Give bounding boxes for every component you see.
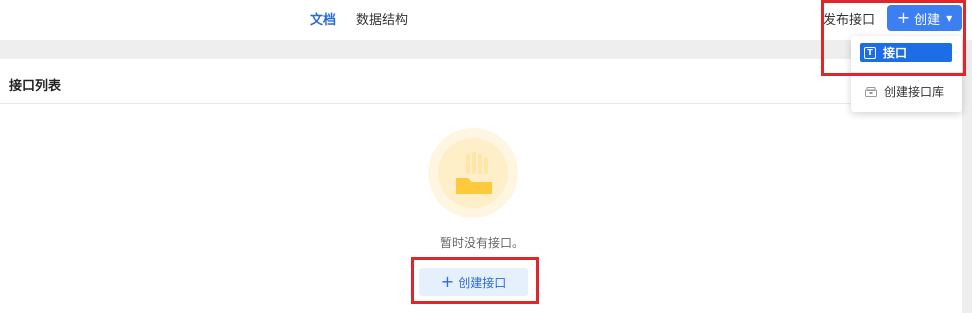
create-dropdown-menu: T 接口 创建接口库 [851, 36, 962, 112]
menu-item-interface[interactable]: T 接口 [860, 43, 952, 62]
menu-item-create-library[interactable]: 创建接口库 [865, 83, 944, 100]
menu-divider [851, 72, 962, 73]
plus-icon: + [440, 272, 455, 291]
chevron-down-icon: ▼ [946, 13, 953, 23]
section-divider [0, 103, 962, 104]
empty-message: 暂时没有接口。 [440, 236, 525, 250]
right-gutter [962, 59, 972, 313]
divider-band [0, 40, 972, 59]
create-interface-button[interactable]: + 创建接口 [419, 268, 528, 296]
section-title: 接口列表 [9, 79, 62, 94]
tab-document[interactable]: 文档 [310, 9, 336, 28]
menu-item-create-library-label: 创建接口库 [884, 85, 945, 99]
text-type-icon: T [864, 46, 876, 59]
create-button[interactable]: + 创建 ▼ [887, 5, 962, 31]
empty-illustration [428, 128, 518, 218]
plus-icon: + [896, 8, 911, 27]
folder-hand-icon [456, 152, 492, 194]
tab-data-structure[interactable]: 数据结构 [356, 9, 408, 28]
menu-item-interface-label: 接口 [883, 46, 908, 60]
top-bar: 文档 数据结构 发布接口 + 创建 ▼ [0, 0, 972, 40]
create-interface-label: 创建接口 [458, 275, 507, 290]
publish-interface-link[interactable]: 发布接口 [823, 9, 875, 28]
library-icon [865, 86, 877, 97]
create-button-label: 创建 [914, 12, 941, 28]
